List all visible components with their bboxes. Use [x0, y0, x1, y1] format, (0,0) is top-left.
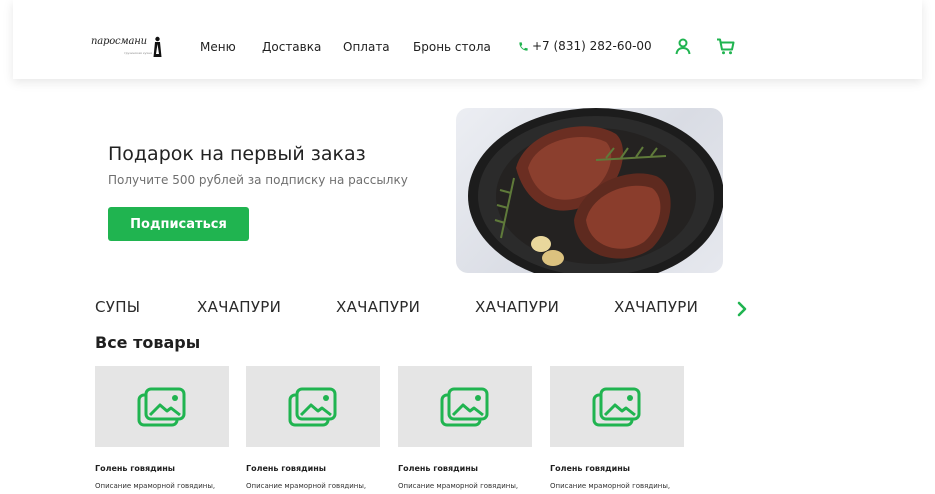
brand-name: паросмани [91, 36, 147, 47]
product-description: Описание мраморной говядины, [246, 482, 367, 490]
chevron-right-icon[interactable] [735, 300, 749, 322]
category-khachapuri[interactable]: ХАЧАПУРИ [614, 298, 698, 316]
product-name: Голень говядины [246, 464, 326, 473]
nav-delivery[interactable]: Доставка [262, 40, 321, 54]
image-placeholder-icon [288, 387, 337, 426]
subscribe-button[interactable]: Подписаться [108, 207, 249, 241]
image-placeholder-icon [440, 387, 489, 426]
page: паросмани грузинская кухня Меню Доставка… [0, 0, 935, 494]
product-image [95, 366, 229, 447]
phone-icon [519, 41, 528, 51]
product-name: Голень говядины [550, 464, 630, 473]
product-card[interactable]: Голень говядины Описание мраморной говяд… [95, 366, 230, 490]
category-khachapuri[interactable]: ХАЧАПУРИ [197, 298, 281, 316]
product-image [398, 366, 532, 447]
user-icon[interactable] [675, 38, 691, 59]
phone-link[interactable]: +7 (831) 282-60-00 [518, 39, 652, 53]
promo-steak-image [456, 108, 723, 273]
brand-logo[interactable]: паросмани грузинская кухня [91, 34, 165, 60]
promo-title: Подарок на первый заказ [108, 143, 366, 165]
category-soups[interactable]: СУПЫ [95, 298, 140, 316]
promo-subtitle: Получите 500 рублей за подписку на рассы… [108, 173, 408, 187]
section-title: Все товары [95, 333, 201, 352]
cart-icon[interactable] [716, 38, 735, 59]
image-placeholder-icon [137, 387, 186, 426]
brand-tagline: грузинская кухня [124, 51, 152, 55]
nav-menu[interactable]: Меню [200, 40, 236, 54]
category-khachapuri[interactable]: ХАЧАПУРИ [336, 298, 420, 316]
product-description: Описание мраморной говядины, [95, 482, 216, 490]
nav-payment[interactable]: Оплата [343, 40, 390, 54]
product-name: Голень говядины [398, 464, 478, 473]
product-card[interactable]: Голень говядины Описание мраморной говяд… [246, 366, 381, 490]
product-card[interactable]: Голень говядины Описание мраморной говяд… [550, 366, 685, 490]
product-image [246, 366, 380, 447]
product-name: Голень говядины [95, 464, 175, 473]
product-card[interactable]: Голень говядины Описание мраморной говяд… [398, 366, 533, 490]
product-description: Описание мраморной говядины, [398, 482, 519, 490]
site-header: паросмани грузинская кухня Меню Доставка… [13, 0, 922, 79]
phone-number: +7 (831) 282-60-00 [532, 39, 652, 53]
image-placeholder-icon [592, 387, 641, 426]
category-khachapuri[interactable]: ХАЧАПУРИ [475, 298, 559, 316]
product-description: Описание мраморной говядины, [550, 482, 671, 490]
product-image [550, 366, 684, 447]
nav-reservation[interactable]: Бронь стола [413, 40, 491, 54]
brand-figure-icon [153, 36, 162, 57]
